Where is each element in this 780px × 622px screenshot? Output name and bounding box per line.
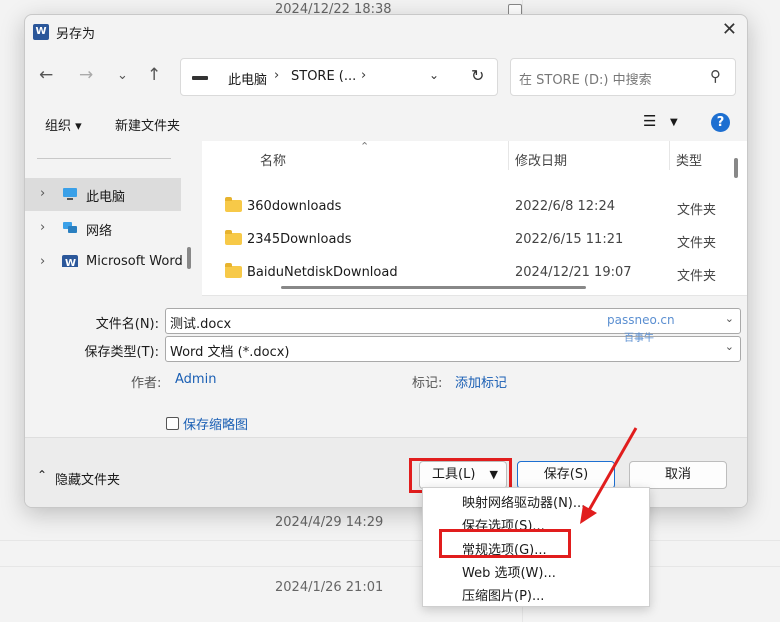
annotation-arrow: [580, 427, 638, 524]
